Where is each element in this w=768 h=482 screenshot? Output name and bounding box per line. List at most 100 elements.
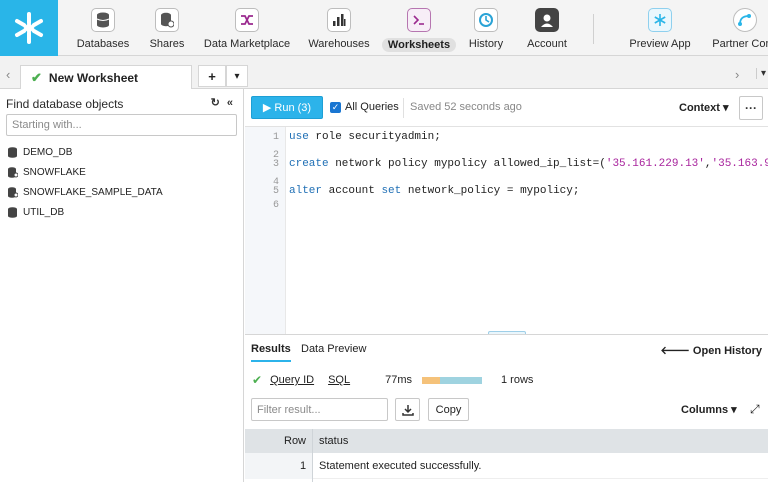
nav-preview-app[interactable]: Preview App bbox=[629, 0, 691, 56]
query-timing-bar bbox=[422, 376, 482, 384]
context-menu-button[interactable]: Context ▾ bbox=[679, 101, 729, 114]
copy-button[interactable]: Copy bbox=[428, 398, 469, 421]
account-icon bbox=[535, 8, 559, 32]
tab-list-dropdown-button[interactable]: ▾ bbox=[756, 68, 766, 79]
checkbox-checked-icon: ✓ bbox=[330, 101, 341, 113]
saved-check-icon: ✔ bbox=[31, 69, 42, 85]
nav-history[interactable]: History bbox=[466, 0, 506, 56]
sql-link[interactable]: SQL bbox=[328, 374, 350, 386]
more-options-button[interactable]: ··· bbox=[739, 96, 763, 120]
database-name: UTIL_DB bbox=[23, 206, 65, 218]
nav-data-marketplace-label: Data Marketplace bbox=[203, 38, 291, 50]
database-item[interactable]: UTIL_DB bbox=[7, 204, 64, 220]
download-button[interactable] bbox=[395, 398, 420, 421]
column-header-status[interactable]: status bbox=[319, 435, 348, 447]
all-queries-label: All Queries bbox=[345, 101, 399, 113]
download-icon bbox=[401, 404, 414, 416]
nav-preview-app-label: Preview App bbox=[629, 38, 691, 50]
row-number: 1 bbox=[300, 460, 307, 472]
warehouse-icon bbox=[327, 8, 351, 32]
nav-partner-connect-label: Partner Conn bbox=[712, 38, 768, 50]
worksheet-tab-bar: ‹ ✔ New Worksheet + ▾ › ▾ bbox=[0, 56, 768, 89]
nav-shares[interactable]: Shares bbox=[145, 0, 189, 56]
column-header-row[interactable]: Row bbox=[284, 435, 306, 447]
nav-partner-connect[interactable]: Partner Conn bbox=[710, 0, 768, 56]
top-navigation: Databases Shares Data Marketplace Wareho… bbox=[0, 0, 768, 56]
snowflake-icon bbox=[648, 8, 672, 32]
snowflake-logo[interactable] bbox=[0, 0, 58, 56]
nav-shares-label: Shares bbox=[149, 38, 185, 50]
open-history-button[interactable]: 🡐 Open History bbox=[660, 343, 762, 357]
status-cell: Statement executed successfully. bbox=[319, 460, 482, 472]
columns-menu-button[interactable]: Columns ▾ bbox=[681, 403, 737, 416]
tab-scroll-right-button[interactable]: › bbox=[735, 67, 739, 82]
add-worksheet-button[interactable]: + bbox=[198, 65, 226, 87]
sql-editor[interactable]: 1 2 3 4 5 6 use role securityadmin; crea… bbox=[245, 127, 768, 334]
code-line-5: alter account set network_policy = mypol… bbox=[289, 185, 580, 197]
database-name: DEMO_DB bbox=[23, 146, 73, 158]
nav-warehouses[interactable]: Warehouses bbox=[308, 0, 370, 56]
partner-connect-icon bbox=[733, 8, 757, 32]
nav-worksheets-label: Worksheets bbox=[381, 38, 457, 52]
object-browser-tools[interactable]: ↻ « bbox=[211, 96, 235, 109]
nav-databases-label: Databases bbox=[76, 38, 130, 50]
worksheet-icon bbox=[407, 8, 431, 32]
database-icon bbox=[91, 8, 115, 32]
open-history-label: Open History bbox=[692, 345, 762, 357]
database-name: SNOWFLAKE_SAMPLE_DATA bbox=[23, 186, 163, 198]
toolbar-divider bbox=[403, 98, 404, 118]
marketplace-icon bbox=[235, 8, 259, 32]
database-object-browser: Find database objects ↻ « DEMO_DB SNOWFL… bbox=[0, 89, 244, 482]
line-number: 1 bbox=[272, 132, 279, 143]
query-summary-row: ✔ Query ID SQL 77ms 1 rows bbox=[252, 373, 752, 387]
line-number: 5 bbox=[272, 186, 279, 197]
results-table-header: Row status bbox=[245, 429, 768, 453]
database-item[interactable]: DEMO_DB bbox=[7, 144, 72, 160]
expand-results-icon[interactable]: ⤢ bbox=[750, 402, 760, 417]
nav-account[interactable]: Account bbox=[525, 0, 569, 56]
saved-status-text: Saved 52 seconds ago bbox=[410, 101, 522, 113]
line-number: 3 bbox=[272, 159, 279, 170]
code-line-3: create network policy mypolicy allowed_i… bbox=[289, 158, 768, 170]
results-panel: Results Data Preview 🡐 Open History ✔ Qu… bbox=[245, 334, 768, 482]
snowflake-logo-icon bbox=[15, 12, 43, 44]
filter-result-input[interactable] bbox=[251, 398, 388, 421]
column-divider bbox=[312, 429, 313, 482]
table-row[interactable]: 1 Statement executed successfully. bbox=[245, 453, 768, 479]
active-tab-indicator bbox=[251, 360, 291, 362]
share-icon bbox=[155, 8, 179, 32]
tab-scroll-left-button[interactable]: ‹ bbox=[6, 67, 10, 82]
nav-databases[interactable]: Databases bbox=[76, 0, 130, 56]
database-item[interactable]: SNOWFLAKE bbox=[7, 164, 86, 180]
shared-database-icon bbox=[8, 186, 18, 198]
nav-account-label: Account bbox=[527, 38, 567, 50]
query-duration: 77ms bbox=[385, 374, 412, 386]
worksheet-menu-button[interactable]: ▾ bbox=[226, 65, 248, 87]
tab-new-worksheet[interactable]: ✔ New Worksheet bbox=[20, 65, 192, 89]
object-browser-title: Find database objects bbox=[6, 97, 124, 111]
nav-history-label: History bbox=[468, 38, 504, 50]
code-line-1: use role securityadmin; bbox=[289, 131, 441, 143]
line-number: 6 bbox=[272, 200, 279, 211]
shared-database-icon bbox=[8, 166, 18, 178]
query-id-link[interactable]: Query ID bbox=[270, 374, 314, 386]
tab-new-worksheet-label: New Worksheet bbox=[48, 70, 139, 85]
line-number-gutter: 1 2 3 4 5 6 bbox=[245, 127, 286, 334]
object-search-input[interactable] bbox=[6, 114, 237, 136]
nav-worksheets[interactable]: Worksheets bbox=[381, 0, 457, 56]
nav-data-marketplace[interactable]: Data Marketplace bbox=[204, 0, 290, 56]
arrow-left-icon: 🡐 bbox=[660, 345, 690, 357]
database-icon bbox=[8, 206, 17, 218]
database-item[interactable]: SNOWFLAKE_SAMPLE_DATA bbox=[7, 184, 163, 200]
history-icon bbox=[474, 8, 498, 32]
database-name: SNOWFLAKE bbox=[23, 166, 86, 178]
run-button[interactable]: ▶ Run (3) bbox=[251, 96, 323, 119]
rows-count: 1 rows bbox=[501, 374, 534, 386]
success-check-icon: ✔ bbox=[252, 373, 263, 387]
tab-results[interactable]: Results bbox=[251, 343, 291, 355]
worksheet-toolbar: ▶ Run (3) ✓ All Queries Saved 52 seconds… bbox=[245, 89, 768, 127]
tab-data-preview[interactable]: Data Preview bbox=[301, 343, 366, 355]
all-queries-checkbox[interactable]: ✓ All Queries bbox=[330, 101, 399, 113]
nav-warehouses-label: Warehouses bbox=[308, 38, 370, 50]
nav-divider bbox=[593, 14, 594, 44]
